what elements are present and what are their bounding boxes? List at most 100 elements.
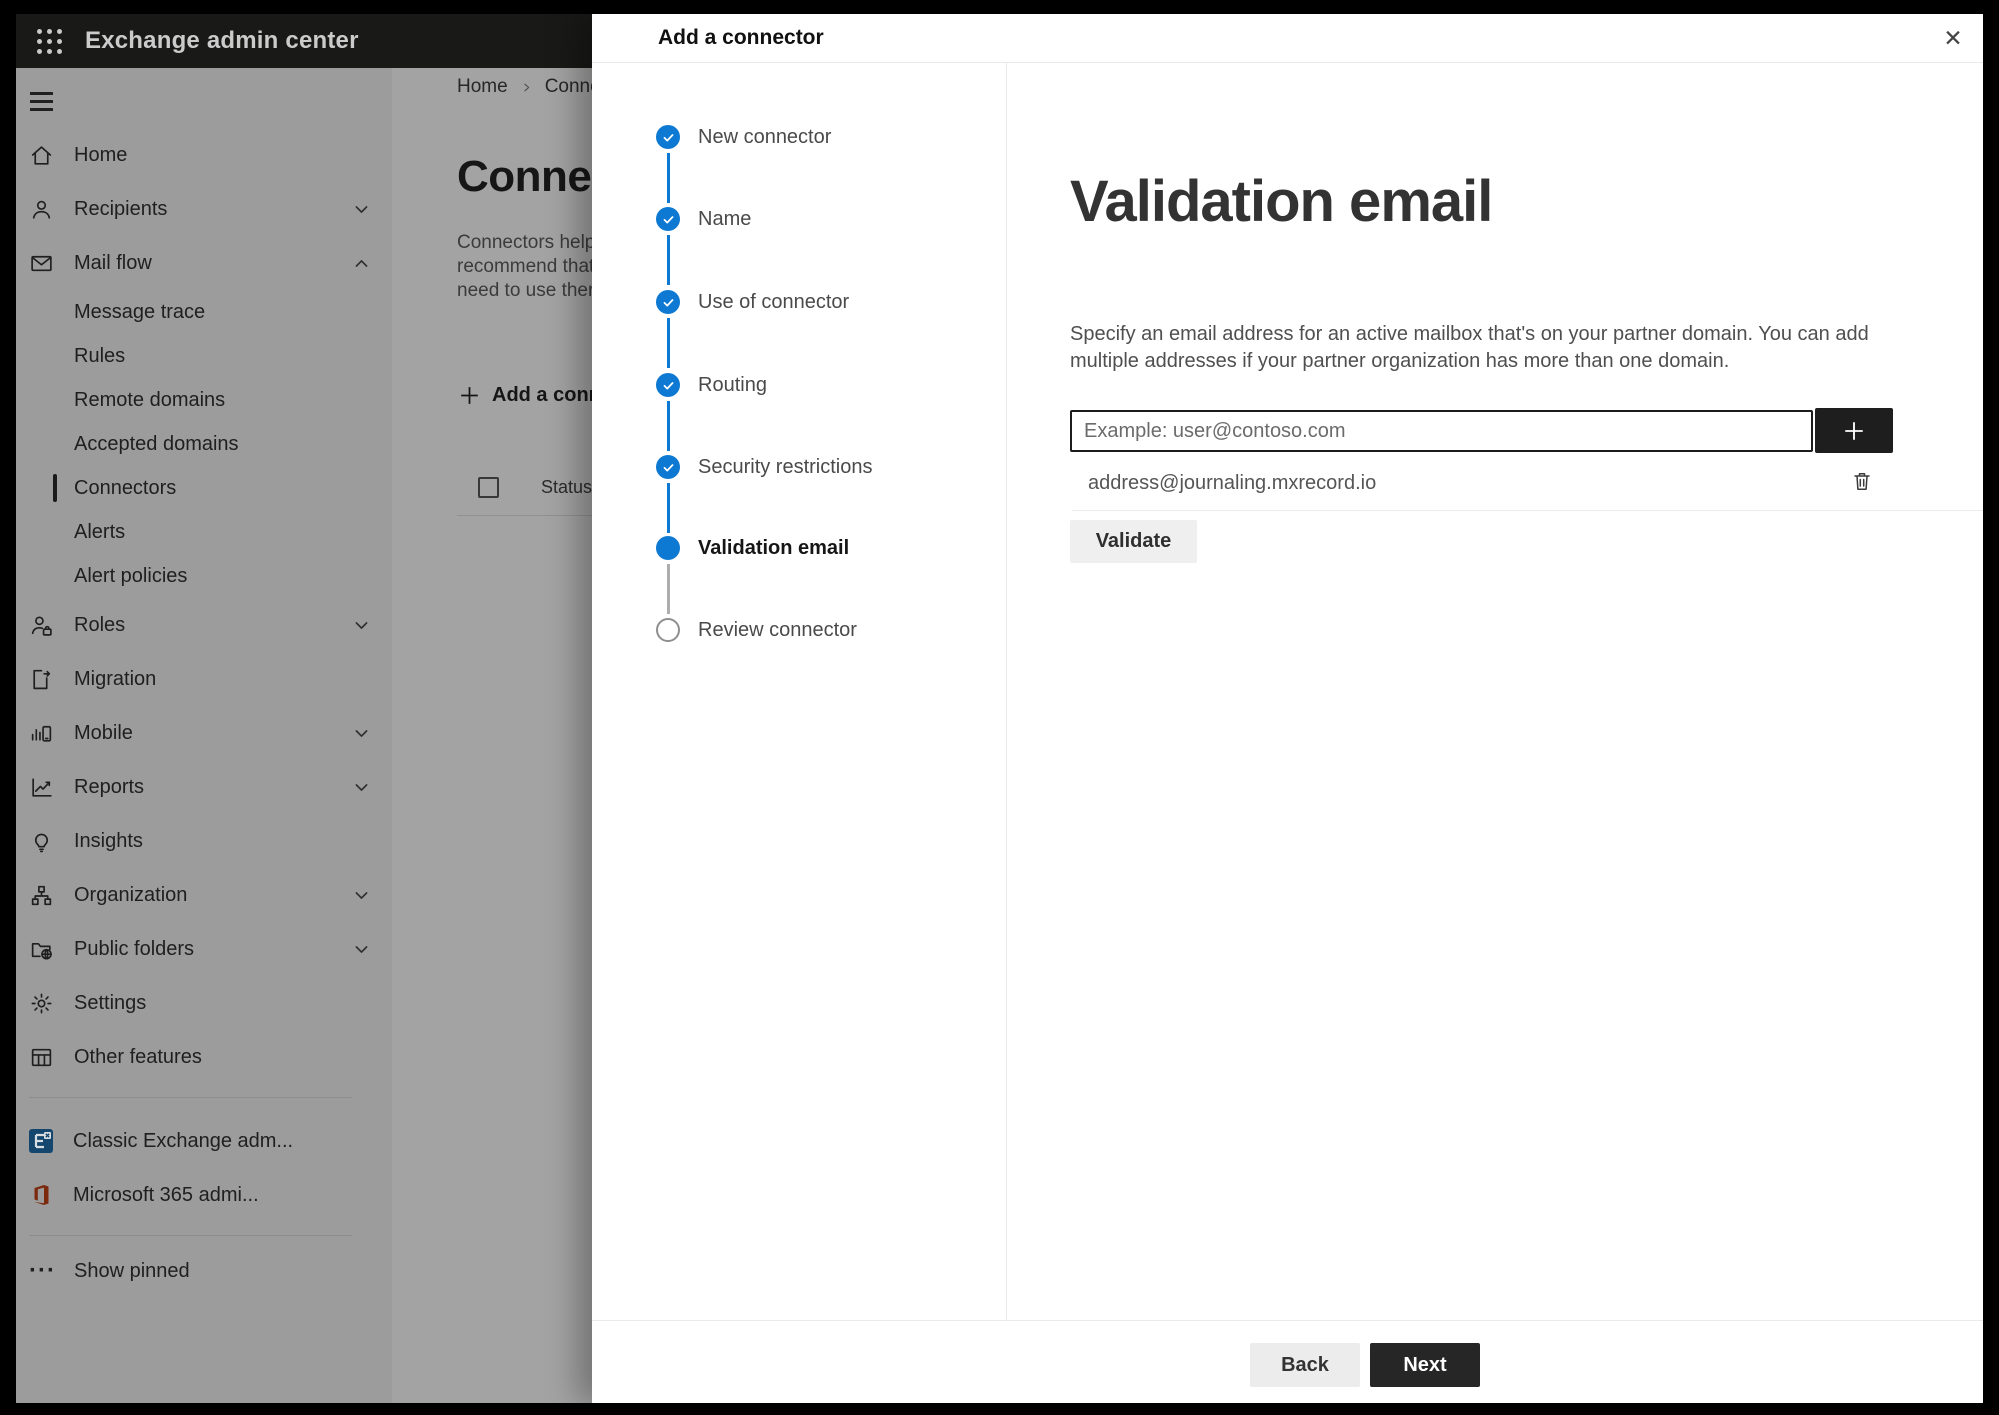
- sidebar-item-label: Microsoft 365 admi...: [73, 1183, 259, 1206]
- wizard-heading: Validation email: [1070, 169, 1493, 234]
- back-button[interactable]: Back: [1250, 1343, 1360, 1387]
- classic-exchange-logo-icon: [29, 1129, 53, 1153]
- ellipsis-icon: ···: [29, 1257, 56, 1284]
- step-done-icon: [656, 207, 680, 231]
- sidebar-item-label: Rules: [74, 344, 126, 367]
- sidebar-item-label: Reports: [74, 775, 145, 798]
- document-migration-icon: [33, 669, 51, 689]
- sidebar-item-reports[interactable]: Reports: [16, 760, 392, 814]
- modal-header: Add a connector ✕: [592, 14, 1983, 63]
- sidebar-item-settings[interactable]: Settings: [16, 976, 392, 1030]
- folder-globe-icon: [31, 942, 52, 960]
- wizard-description: Specify an email address for an active m…: [1070, 323, 1869, 372]
- sidebar-divider: [29, 1235, 352, 1236]
- connector-table-header: Status: [478, 477, 592, 498]
- sidebar-item-label: Settings: [74, 991, 147, 1014]
- sidebar-item-mail-flow[interactable]: Mail flow: [16, 236, 392, 290]
- next-button[interactable]: Next: [1370, 1343, 1480, 1387]
- lightbulb-icon: [34, 833, 49, 852]
- sidebar-item-mobile[interactable]: Mobile: [16, 706, 392, 760]
- sidebar-item-label: Alerts: [74, 520, 126, 543]
- sidebar-item-message-trace[interactable]: Message trace: [16, 290, 392, 334]
- email-address-input[interactable]: [1070, 410, 1813, 452]
- waffle-grid: [36, 28, 62, 54]
- step-validation-email: Validation email: [656, 536, 849, 560]
- gear-icon: [31, 993, 52, 1013]
- person-icon: [32, 200, 51, 219]
- sidebar-item-show-pinned[interactable]: ··· Show pinned: [16, 1244, 392, 1298]
- sidebar-item-label: Insights: [74, 829, 143, 852]
- chevron-down-icon: [355, 205, 368, 213]
- org-chart-icon: [31, 885, 52, 905]
- sidebar-item-home[interactable]: Home: [16, 128, 392, 182]
- select-all-checkbox[interactable]: [478, 477, 499, 498]
- address-row-divider: [1072, 510, 1983, 511]
- step-new-connector: New connector: [656, 125, 831, 149]
- sidebar-item-label: Connectors: [74, 476, 177, 499]
- step-connector-line: [667, 318, 670, 368]
- sidebar-item-label: Migration: [74, 667, 157, 690]
- sidebar-item-label: Message trace: [74, 300, 206, 323]
- sidebar-item-label: Accepted domains: [74, 432, 239, 455]
- app-title: Exchange admin center: [85, 27, 359, 54]
- sidebar-item-label: Roles: [74, 613, 126, 636]
- waffle-icon[interactable]: [29, 21, 69, 61]
- sidebar-item-remote-domains[interactable]: Remote domains: [16, 378, 392, 422]
- add-connector-button[interactable]: Add a conn: [457, 383, 601, 408]
- sidebar-item-organization[interactable]: Organization: [16, 868, 392, 922]
- sidebar-item-rules[interactable]: Rules: [16, 334, 392, 378]
- add-connector-modal: Add a connector ✕ New connector Name Use…: [592, 14, 1983, 1403]
- delete-address-button[interactable]: [1846, 466, 1878, 498]
- sidebar-item-connectors[interactable]: Connectors: [16, 466, 392, 510]
- envelope-icon: [31, 255, 52, 271]
- sidebar: Home Recipients Mail flow Message trace …: [16, 68, 392, 1403]
- step-connector-line: [667, 483, 670, 533]
- validate-button[interactable]: Validate: [1070, 520, 1197, 563]
- sidebar-item-label: Other features: [74, 1045, 202, 1068]
- sidebar-item-microsoft-365-admin[interactable]: Microsoft 365 admi...: [16, 1168, 392, 1222]
- step-routing: Routing: [656, 373, 767, 397]
- chevron-right-icon: [523, 83, 529, 91]
- step-done-icon: [656, 290, 680, 314]
- trash-icon: [1854, 472, 1870, 490]
- chevron-down-icon: [355, 783, 368, 791]
- wizard-stepper: New connector Name Use of connector Rout…: [592, 63, 1007, 1320]
- sidebar-item-accepted-domains[interactable]: Accepted domains: [16, 422, 392, 466]
- hamburger-menu-icon[interactable]: [30, 92, 66, 118]
- sidebar-item-recipients[interactable]: Recipients: [16, 182, 392, 236]
- step-done-icon: [656, 455, 680, 479]
- step-name: Name: [656, 207, 751, 231]
- sidebar-item-alerts[interactable]: Alerts: [16, 510, 392, 554]
- sidebar-item-other-features[interactable]: Other features: [16, 1030, 392, 1084]
- sidebar-item-label: Show pinned: [74, 1259, 190, 1282]
- step-current-icon: [656, 536, 680, 560]
- step-done-icon: [656, 373, 680, 397]
- breadcrumb-home-link[interactable]: Home: [457, 76, 508, 98]
- line-chart-icon: [32, 777, 52, 797]
- step-upcoming-icon: [656, 618, 680, 642]
- sidebar-item-label: Alert policies: [74, 564, 188, 587]
- sidebar-item-insights[interactable]: Insights: [16, 814, 392, 868]
- sidebar-item-label: Classic Exchange adm...: [73, 1129, 294, 1152]
- add-address-button[interactable]: [1815, 408, 1893, 453]
- home-icon: [31, 145, 52, 165]
- sidebar-item-classic-exchange-admin[interactable]: Classic Exchange adm...: [16, 1114, 392, 1168]
- status-column-header[interactable]: Status: [541, 477, 592, 498]
- sidebar-nav: Home Recipients Mail flow Message trace …: [16, 128, 392, 1298]
- table-grid-icon: [31, 1048, 52, 1066]
- sidebar-item-roles[interactable]: Roles: [16, 598, 392, 652]
- sidebar-item-label: Mobile: [74, 721, 133, 744]
- sidebar-item-alert-policies[interactable]: Alert policies: [16, 554, 392, 598]
- modal-footer: Back Next: [592, 1320, 1983, 1403]
- chevron-up-icon: [355, 259, 368, 267]
- close-icon[interactable]: ✕: [1937, 22, 1969, 54]
- sidebar-item-label: Home: [74, 143, 128, 166]
- sidebar-item-label: Mail flow: [74, 251, 152, 274]
- chevron-down-icon: [355, 891, 368, 899]
- step-review-connector: Review connector: [656, 618, 857, 642]
- app-frame: Exchange admin center Home Recipients Ma…: [16, 14, 1983, 1403]
- step-security-restrictions: Security restrictions: [656, 455, 873, 479]
- sidebar-item-public-folders[interactable]: Public folders: [16, 922, 392, 976]
- sidebar-item-migration[interactable]: Migration: [16, 652, 392, 706]
- chevron-down-icon: [355, 945, 368, 953]
